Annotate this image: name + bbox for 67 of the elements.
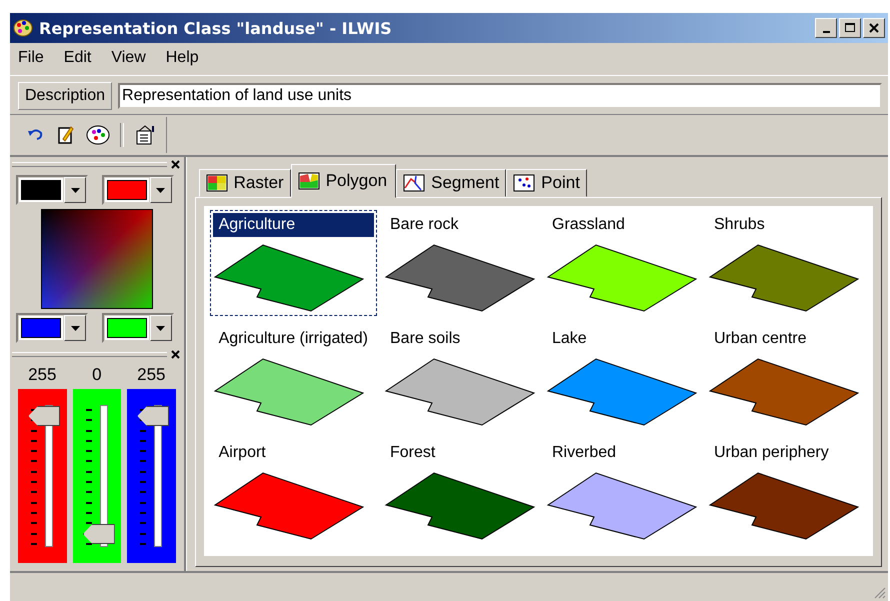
- menu-item[interactable]: Edit: [64, 49, 92, 69]
- menu-item[interactable]: File: [18, 49, 44, 69]
- class-name: Bare rock: [389, 215, 460, 235]
- class-item[interactable]: Urban periphery: [705, 438, 863, 544]
- polygon-icon: [298, 172, 320, 190]
- maximize-icon: [845, 23, 855, 33]
- tab[interactable]: Polygon: [290, 164, 396, 198]
- properties-icon[interactable]: [134, 125, 156, 145]
- minimize-icon: [822, 30, 830, 32]
- description-field[interactable]: Representation of land use units: [118, 83, 882, 109]
- class-name: Lake: [551, 329, 588, 349]
- close-icon[interactable]: [170, 350, 180, 358]
- palette-icon: [13, 18, 33, 38]
- slider-thumb[interactable]: [82, 524, 115, 544]
- class-name: Airport: [218, 443, 267, 463]
- point-icon: [513, 174, 536, 192]
- class-item[interactable]: Grassland: [543, 210, 701, 316]
- color-dropdown[interactable]: [102, 313, 174, 343]
- edit-icon[interactable]: [56, 125, 76, 145]
- dropdown-icon: [156, 326, 166, 330]
- tab[interactable]: Raster: [198, 169, 291, 197]
- slider-thumb[interactable]: [137, 406, 170, 426]
- tab[interactable]: Segment: [396, 169, 506, 197]
- window-title: Representation Class "landuse" - ILWIS: [39, 18, 393, 38]
- close-button[interactable]: [863, 18, 885, 38]
- dropdown-icon: [70, 188, 80, 192]
- color-dropdown[interactable]: [16, 313, 88, 343]
- class-name: Bare soils: [389, 329, 462, 349]
- class-item[interactable]: Lake: [543, 324, 701, 430]
- slider-value: 255: [137, 364, 166, 386]
- color-gradient[interactable]: [40, 209, 153, 309]
- tab[interactable]: Point: [506, 169, 587, 197]
- class-name: Forest: [389, 443, 436, 463]
- color-dropdown[interactable]: [102, 175, 174, 205]
- class-name: Shrubs: [713, 215, 766, 235]
- class-name: Urban centre: [713, 329, 808, 349]
- dropdown-icon: [70, 326, 80, 330]
- class-name: Agriculture: [212, 213, 374, 237]
- class-item[interactable]: Bare rock: [381, 210, 539, 316]
- class-item[interactable]: Urban centre: [705, 324, 863, 430]
- class-item[interactable]: Agriculture: [210, 210, 377, 316]
- resize-grip-icon[interactable]: [874, 587, 886, 599]
- close-icon: [869, 23, 879, 33]
- close-icon[interactable]: [170, 160, 180, 168]
- class-item[interactable]: Forest: [381, 438, 539, 544]
- slider-value: 0: [92, 364, 102, 386]
- menu-item[interactable]: Help: [166, 49, 199, 69]
- menu-item[interactable]: View: [111, 49, 146, 69]
- minimize-button[interactable]: [815, 18, 837, 38]
- class-name: Agriculture (irrigated): [218, 329, 369, 349]
- maximize-button[interactable]: [839, 18, 861, 38]
- class-name: Riverbed: [551, 443, 618, 463]
- class-item[interactable]: Bare soils: [381, 324, 539, 430]
- class-name: Grassland: [551, 215, 626, 235]
- palette-icon[interactable]: [86, 125, 110, 145]
- raster-icon: [206, 174, 228, 192]
- slider-value: 255: [28, 364, 56, 386]
- class-item[interactable]: Agriculture (irrigated): [210, 324, 377, 430]
- description-label: Description: [18, 82, 112, 110]
- class-item[interactable]: Riverbed: [543, 438, 701, 544]
- class-name: Urban periphery: [713, 443, 830, 463]
- slider-thumb[interactable]: [28, 406, 60, 426]
- dropdown-icon: [156, 188, 166, 192]
- class-item[interactable]: Shrubs: [705, 210, 863, 316]
- class-item[interactable]: Airport: [210, 438, 377, 544]
- segment-icon: [403, 174, 426, 192]
- color-dropdown[interactable]: [16, 175, 88, 205]
